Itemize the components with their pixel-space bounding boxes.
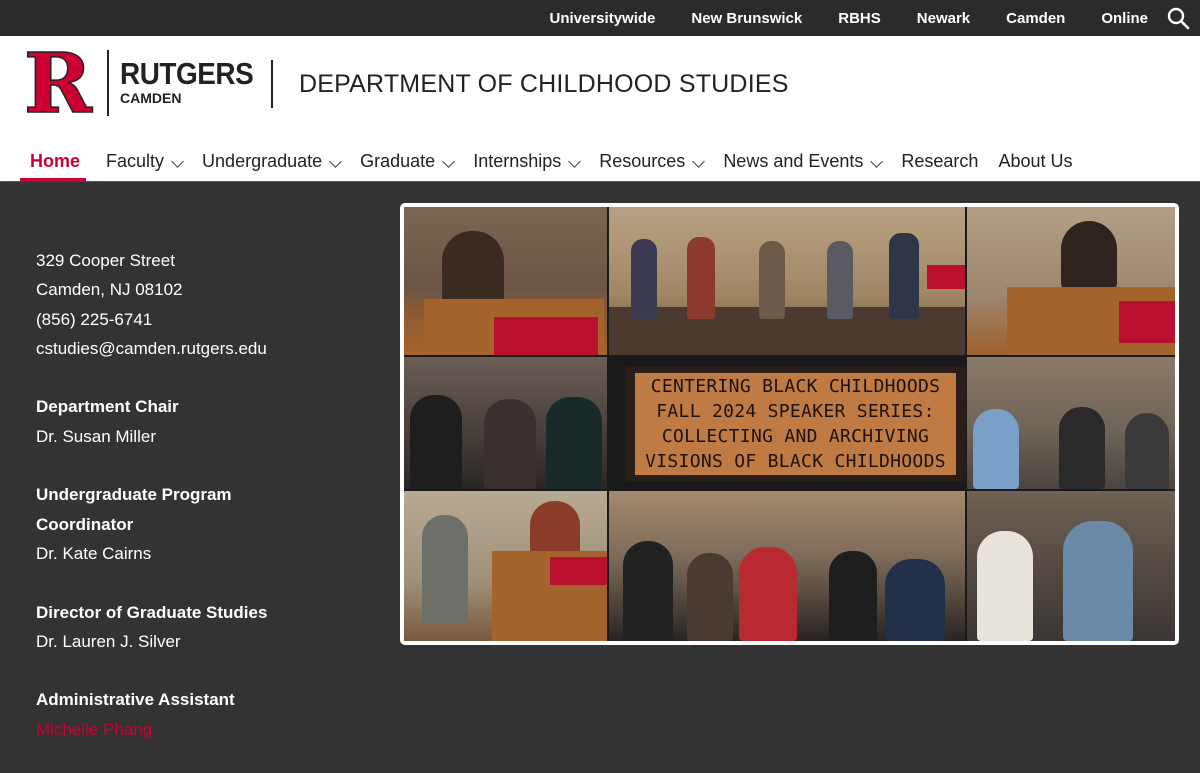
rutgers-r-logo-icon: R <box>23 50 94 116</box>
banner-line-4: VISIONS OF BLACK CHILDHOODS <box>645 451 946 472</box>
chair-name: Dr. Susan Miller <box>36 426 156 446</box>
utility-link-rbhs[interactable]: RBHS <box>838 10 881 27</box>
photo-figure <box>1125 413 1169 489</box>
nav-item-label: Research <box>901 151 979 171</box>
logo-wordmark: RUTGERS <box>120 56 254 91</box>
photo-sign <box>494 317 598 355</box>
svg-text:R: R <box>24 50 93 116</box>
photo-sign <box>927 265 965 289</box>
grad-director-label: Director of Graduate Studies <box>36 602 268 622</box>
chevron-down-icon <box>329 155 343 168</box>
photo-panelist <box>631 239 657 319</box>
utility-bar: Universitywide New Brunswick RBHS Newark… <box>0 0 1200 36</box>
utility-link-universitywide[interactable]: Universitywide <box>550 10 656 27</box>
photo-speaker-podium-3 <box>404 491 607 641</box>
photo-panelist <box>759 241 785 319</box>
photo-figure <box>546 397 602 489</box>
banner-line-3: COLLECTING AND ARCHIVING <box>661 426 930 447</box>
ug-coordinator-block: Undergraduate Program Coordinator Dr. Ka… <box>36 480 267 568</box>
chevron-down-icon <box>692 155 706 168</box>
photo-figure <box>623 541 673 641</box>
phone-number[interactable]: (856) 225-6741 <box>36 305 267 334</box>
chevron-down-icon <box>442 155 456 168</box>
photo-figure <box>422 515 468 623</box>
photo-attendees-tables <box>609 491 965 641</box>
photo-panelist <box>827 241 853 319</box>
chair-block: Department Chair Dr. Susan Miller <box>36 392 267 451</box>
nav-item-about-us[interactable]: About Us <box>998 146 1072 182</box>
ug-coordinator-name: Dr. Kate Cairns <box>36 543 152 563</box>
utility-link-camden[interactable]: Camden <box>1006 10 1065 27</box>
photo-attendees-group <box>404 357 607 489</box>
nav-item-research[interactable]: Research <box>901 146 978 182</box>
photo-figure <box>1063 521 1133 641</box>
admin-assistant-label: Administrative Assistant <box>36 690 235 710</box>
banner-line-2: FALL 2024 SPEAKER SERIES: <box>656 401 935 422</box>
admin-assistant-block: Administrative Assistant Michelle Phang <box>36 685 267 744</box>
contact-info: 329 Cooper Street Camden, NJ 08102 (856)… <box>36 246 267 773</box>
utility-link-newark[interactable]: Newark <box>917 10 970 27</box>
photo-figure <box>1061 221 1117 291</box>
header-divider <box>271 60 273 108</box>
photo-figure <box>973 409 1019 489</box>
nav-item-label: About Us <box>998 151 1073 171</box>
nav-item-resources[interactable]: Resources <box>599 146 706 182</box>
nav-item-label: Graduate <box>360 151 436 171</box>
address-line-1: 329 Cooper Street <box>36 251 175 270</box>
chair-label: Department Chair <box>36 397 179 417</box>
photo-attendees-smiling <box>967 491 1175 641</box>
nav-item-label: Resources <box>599 151 686 171</box>
photo-panel-stage <box>609 207 965 355</box>
nav-item-label: Internships <box>473 151 562 171</box>
search-icon[interactable] <box>1166 6 1190 30</box>
photo-figure <box>829 551 877 641</box>
ug-coordinator-label-2: Coordinator <box>36 514 134 534</box>
chevron-down-icon <box>171 155 184 168</box>
chevron-down-icon <box>870 155 884 168</box>
photo-speaker-podium-1 <box>404 207 607 355</box>
nav-item-news-events[interactable]: News and Events <box>723 146 884 182</box>
nav-item-home[interactable]: Home <box>20 146 87 182</box>
logo-campus: CAMDEN <box>120 90 182 106</box>
nav-item-label: Faculty <box>106 151 165 171</box>
photo-sign <box>550 557 607 585</box>
photo-figure <box>484 399 536 489</box>
grad-director-name: Dr. Lauren J. Silver <box>36 631 181 651</box>
photo-figure <box>885 559 945 641</box>
site-header: R RUTGERS CAMDEN DEPARTMENT OF CHILDHOOD… <box>0 36 1200 182</box>
nav-item-label: Home <box>30 151 81 171</box>
ug-coordinator-label-1: Undergraduate Program <box>36 485 232 505</box>
chevron-down-icon <box>568 155 582 168</box>
speaker-series-banner: CENTERING BLACK CHILDHOODS FALL 2024 SPE… <box>625 367 966 481</box>
banner-line-1: CENTERING BLACK CHILDHOODS <box>650 376 941 397</box>
event-photo-collage: CENTERING BLACK CHILDHOODS FALL 2024 SPE… <box>400 203 1179 645</box>
nav-item-faculty[interactable]: Faculty <box>106 146 184 182</box>
email-link[interactable]: cstudies@camden.rutgers.edu <box>36 334 267 363</box>
utility-links: Universitywide New Brunswick RBHS Newark… <box>514 0 1149 36</box>
photo-panelist <box>687 237 715 319</box>
department-title[interactable]: DEPARTMENT OF CHILDHOOD STUDIES <box>299 70 789 99</box>
photo-figure <box>687 553 733 641</box>
nav-item-label: News and Events <box>723 151 864 171</box>
speaker-series-banner-text: CENTERING BLACK CHILDHOODS FALL 2024 SPE… <box>635 373 956 475</box>
photo-figure <box>739 547 797 641</box>
address-line-2: Camden, NJ 08102 <box>36 280 183 300</box>
photo-roundtable-discussion <box>967 357 1175 489</box>
address-block: 329 Cooper Street Camden, NJ 08102 (856)… <box>36 246 267 363</box>
nav-item-internships[interactable]: Internships <box>473 146 582 182</box>
photo-sign <box>1119 301 1175 343</box>
nav-item-label: Undergraduate <box>202 151 323 171</box>
photo-figure <box>977 531 1033 641</box>
main-nav: Home Faculty Undergraduate Graduate Inte… <box>20 146 1092 182</box>
photo-figure <box>410 395 462 489</box>
utility-link-new-brunswick[interactable]: New Brunswick <box>691 10 802 27</box>
nav-item-graduate[interactable]: Graduate <box>360 146 456 182</box>
utility-link-online[interactable]: Online <box>1101 10 1148 27</box>
nav-item-undergraduate[interactable]: Undergraduate <box>202 146 343 182</box>
logo-divider <box>107 50 109 116</box>
photo-panelist <box>889 233 919 319</box>
photo-speaker-podium-2 <box>967 207 1175 355</box>
photo-figure <box>1059 407 1105 489</box>
grad-director-block: Director of Graduate Studies Dr. Lauren … <box>36 598 267 657</box>
